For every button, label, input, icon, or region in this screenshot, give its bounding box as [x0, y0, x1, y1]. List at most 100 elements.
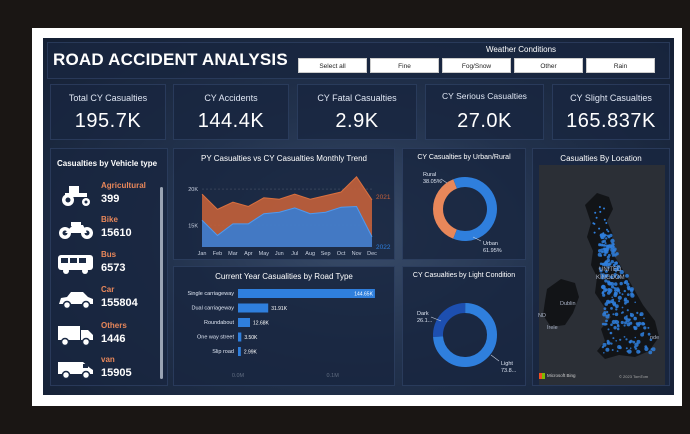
- casualty-location-dot: [621, 311, 624, 314]
- x-tick-label: Sep: [321, 251, 331, 257]
- map-label-nde: nde: [650, 335, 660, 341]
- map-label-irele: Irele: [547, 325, 558, 331]
- tractor-icon: [62, 186, 90, 206]
- weather-option-fog-snow[interactable]: Fog/Snow: [442, 58, 511, 73]
- casualty-location-dot: [602, 291, 605, 293]
- casualty-location-dot: [632, 340, 636, 344]
- donut-slice-urban: [453, 177, 497, 241]
- casualty-location-dot: [603, 249, 607, 254]
- kpi-value: 165.837K: [566, 110, 656, 132]
- casualty-location-dot: [627, 349, 632, 354]
- map-label-united: UNITED: [599, 267, 622, 273]
- casualty-location-dot: [610, 307, 613, 310]
- weather-option-fine[interactable]: Fine: [370, 58, 439, 73]
- casualty-location-dot: [623, 281, 627, 284]
- casualty-location-dot: [612, 245, 615, 248]
- casualty-location-dot: [605, 237, 608, 240]
- vehicle-name: Others: [101, 321, 127, 330]
- monthly-trend-panel: PY Casualties vs CY Casualties Monthly T…: [173, 148, 395, 260]
- casualty-location-dot: [633, 316, 637, 321]
- casualty-location-dot: [614, 312, 619, 317]
- vehicle-row-bus: Bus 6573: [57, 248, 157, 282]
- casualty-location-dot: [617, 345, 622, 349]
- casualty-location-dot: [636, 323, 641, 327]
- casualty-location-dot: [629, 347, 632, 349]
- vehicle-value: 15610: [101, 227, 132, 239]
- vehicle-name: Agricultural: [101, 181, 146, 190]
- x-tick-label: 0.0M: [232, 373, 245, 379]
- x-tick-label: Dec: [367, 251, 377, 257]
- casualty-location-dot: [626, 315, 628, 317]
- casualty-location-dot: [641, 321, 645, 326]
- road-type-bar: [238, 303, 269, 313]
- casualty-location-dot: [618, 300, 621, 303]
- casualty-location-dot: [647, 326, 650, 329]
- x-tick-label: 0.1M: [327, 373, 340, 379]
- casualty-location-dot: [615, 340, 617, 342]
- casualty-location-dot: [616, 327, 620, 331]
- casualty-location-dot: [616, 323, 620, 327]
- map-label-nd: ND: [538, 313, 546, 319]
- casualty-location-dot: [593, 231, 596, 234]
- series-label-2021: 2021: [376, 194, 391, 201]
- casualty-location-dot: [610, 260, 614, 264]
- x-tick-label: Apr: [244, 251, 253, 257]
- casualty-location-dot: [621, 293, 624, 296]
- casualty-location-dot: [611, 296, 613, 299]
- kpi-label: CY Serious Casualties: [442, 91, 527, 101]
- bar-category-label: Roundabout: [204, 320, 234, 326]
- vehicle-row-van: van 15905: [57, 353, 157, 387]
- casualty-location-dot: [602, 293, 606, 297]
- truck-icon: [58, 326, 93, 346]
- casualty-location-dot: [625, 274, 629, 278]
- vehicle-name: van: [101, 355, 115, 364]
- casualty-location-dot: [603, 218, 606, 221]
- weather-filter-title: Weather Conditions: [485, 45, 557, 54]
- vehicle-value: 15905: [101, 367, 132, 379]
- vehicle-value: 155804: [101, 297, 138, 309]
- casualty-location-dot: [613, 293, 618, 298]
- casualty-location-dot: [603, 307, 607, 310]
- casualty-location-dot: [604, 242, 607, 245]
- casualty-location-dot: [634, 336, 637, 339]
- road-type-bar: [238, 347, 241, 356]
- casualty-location-dot: [623, 297, 628, 301]
- casualty-location-dot: [613, 264, 616, 267]
- x-tick-label: Aug: [305, 251, 315, 257]
- vehicle-scrollbar[interactable]: [160, 187, 163, 379]
- casualty-location-dot: [615, 306, 618, 308]
- weather-option-select-all[interactable]: Select all: [298, 58, 367, 73]
- casualty-location-dot: [619, 338, 622, 341]
- casualty-location-dot: [607, 341, 611, 345]
- urban-rural-donut: Rural38.05% Urban61.95%: [423, 172, 502, 254]
- bar-category-label: Dual carriageway: [192, 306, 235, 312]
- casualty-location-dot: [630, 293, 635, 298]
- casualty-location-dot: [626, 309, 629, 312]
- casualty-location-dot: [638, 350, 641, 353]
- casualty-location-dot: [605, 319, 608, 323]
- casualty-location-dot: [610, 282, 615, 286]
- casualty-location-dot: [601, 263, 605, 266]
- casualty-location-dot: [592, 222, 595, 225]
- weather-option-other[interactable]: Other: [514, 58, 583, 73]
- road-type-bar-chart: Single carriageway 144.65K Dual carriagewa…: [188, 289, 375, 379]
- casualty-location-dot: [602, 234, 606, 238]
- slice-name-label: Light: [501, 361, 513, 367]
- casualty-location-dot: [625, 347, 628, 350]
- casualty-location-dot: [606, 228, 608, 231]
- casualty-location-dot: [601, 240, 605, 244]
- bar-value-label: 31.91K: [271, 306, 288, 312]
- casualty-location-dot: [606, 299, 610, 304]
- weather-option-rain[interactable]: Rain: [586, 58, 655, 73]
- kpi-serious-casualties: CY Serious Casualties 27.0K: [425, 84, 544, 140]
- slice-leader-line: [490, 354, 500, 362]
- bar-value-label: 144.65K: [354, 292, 373, 298]
- casualty-location-dot: [623, 336, 626, 338]
- casualty-location-dot: [605, 222, 608, 224]
- bar-value-label: 2.99K: [244, 350, 258, 356]
- casualty-location-dot: [621, 306, 624, 309]
- casualty-location-dot: [611, 254, 615, 257]
- casualty-location-dot: [643, 326, 647, 330]
- kpi-value: 2.9K: [335, 110, 379, 132]
- casualty-location-dot: [618, 291, 621, 294]
